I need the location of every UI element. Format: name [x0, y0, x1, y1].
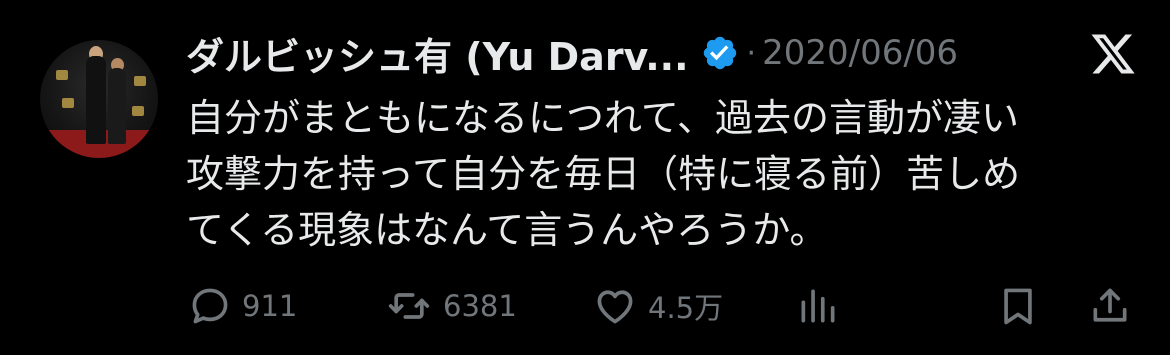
- repost-button[interactable]: 6381: [385, 278, 517, 334]
- tweet-text-line: てくる現象はなんて言うんやろうか。: [186, 208, 828, 252]
- tweet-text: 自分がまともになるにつれて、過去の言動が凄い 攻撃力を持って自分を毎日（特に寝る…: [186, 90, 1146, 258]
- speech-bubble-icon: [192, 288, 228, 324]
- share-button[interactable]: [1088, 278, 1132, 334]
- tweet-text-line: 自分がまともになるにつれて、過去の言動が凄い: [186, 96, 1019, 140]
- bar-chart-icon: [801, 289, 835, 323]
- reply-count: 911: [242, 289, 298, 323]
- tweet-actions-bar: 911 6381 4.5万: [0, 278, 1170, 334]
- repost-arrows-icon: [388, 293, 430, 319]
- views-button[interactable]: [796, 278, 840, 334]
- share-upload-icon: [1093, 288, 1127, 322]
- bookmark-icon: [1004, 288, 1032, 325]
- like-button[interactable]: 4.5万: [592, 278, 723, 334]
- author-name[interactable]: ダルビッシュ有 (Yu Darv...: [186, 26, 689, 81]
- avatar-person: [86, 56, 106, 144]
- avatar-backdrop-logo: [56, 70, 68, 80]
- header-separator: ·: [746, 35, 757, 71]
- like-count: 4.5万: [648, 291, 724, 325]
- author-avatar[interactable]: [40, 40, 158, 158]
- verified-badge-icon: [703, 36, 736, 70]
- x-logo-icon: [1091, 34, 1135, 74]
- tweet-text-line: 攻撃力を持って自分を毎日（特に寝る前）苦しめ: [186, 152, 1021, 196]
- avatar-backdrop-logo: [134, 76, 146, 86]
- repost-count: 6381: [443, 289, 517, 323]
- avatar-backdrop-logo: [132, 106, 144, 116]
- tweet-date[interactable]: 2020/06/06: [762, 33, 958, 73]
- heart-icon: [597, 290, 633, 324]
- bookmark-button[interactable]: [996, 278, 1040, 334]
- avatar-person: [108, 68, 126, 144]
- reply-button[interactable]: 911: [188, 278, 297, 334]
- avatar-backdrop-logo: [62, 98, 74, 108]
- tweet-header: ダルビッシュ有 (Yu Darv... · 2020/06/06: [186, 25, 958, 81]
